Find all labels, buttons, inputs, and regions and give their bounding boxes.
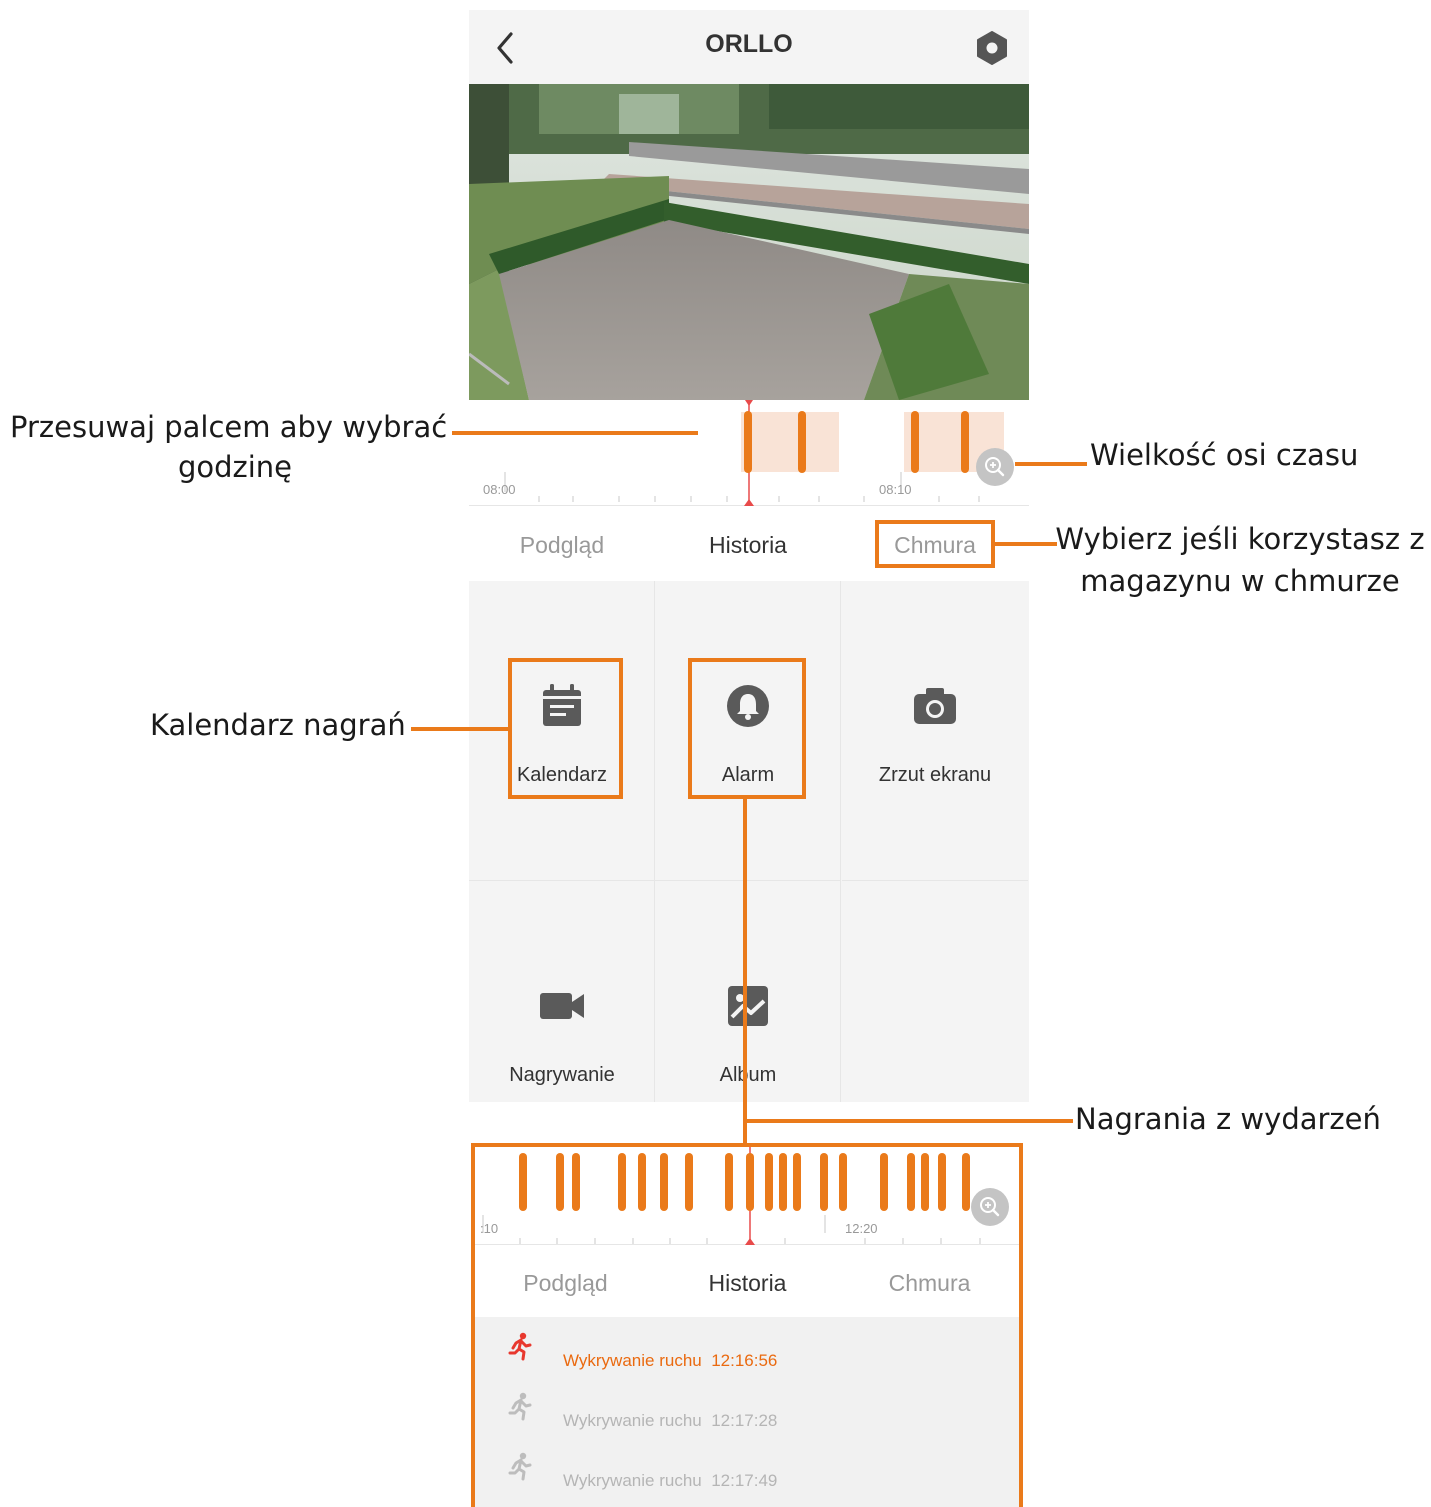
timeline-tick-start: 08:00 xyxy=(483,482,516,497)
highlight-box-inset xyxy=(471,1143,1023,1507)
annotation-timeline-size: Wielkość osi czasu xyxy=(1090,438,1359,472)
timeline-event-marker xyxy=(744,411,752,473)
settings-hexagon-icon[interactable] xyxy=(973,28,1011,68)
annotation-swipe-line2: godzinę xyxy=(177,450,293,484)
annotation-cloud-line2: magazynu w chmurze xyxy=(1080,564,1400,598)
grid-cell-album[interactable]: Album xyxy=(655,881,841,1102)
connector-zoom xyxy=(1015,462,1087,466)
connector-cloud xyxy=(995,542,1057,546)
connector-swipe xyxy=(452,431,698,435)
timeline-zoom-icon[interactable] xyxy=(975,447,1015,487)
annotation-calendar: Kalendarz nagrań xyxy=(150,708,406,742)
connector-alarm-vertical xyxy=(743,799,747,1145)
grid-cell-record[interactable]: Nagrywanie xyxy=(469,881,655,1102)
camera-live-view[interactable] xyxy=(469,84,1029,400)
highlight-box-chmura xyxy=(875,520,995,568)
grid-label-album: Album xyxy=(719,1064,777,1086)
annotation-events: Nagrania z wydarzeń xyxy=(1075,1102,1381,1136)
tab-podglad[interactable]: Podgląd xyxy=(469,507,655,581)
timeline-tick-end: 08:10 xyxy=(879,482,912,497)
highlight-box-calendar xyxy=(508,658,623,799)
connector-events xyxy=(743,1119,1073,1123)
annotation-swipe-line1: Przesuwaj palcem aby wybrać xyxy=(10,410,448,444)
connector-calendar xyxy=(411,727,510,731)
timeline-event-marker xyxy=(798,411,806,473)
timeline-event-marker xyxy=(911,411,919,473)
grid-label-screenshot: Zrzut ekranu xyxy=(878,764,992,786)
grid-label-record: Nagrywanie xyxy=(509,1064,615,1086)
annotation-cloud-line1: Wybierz jeśli korzystasz z xyxy=(1055,522,1425,556)
annotation-swipe: Przesuwaj palcem aby wybrać godzinę xyxy=(10,410,460,484)
tab-historia[interactable]: Historia xyxy=(655,507,841,581)
grid-cell-screenshot[interactable]: Zrzut ekranu xyxy=(842,581,1028,881)
page-title: ORLLO xyxy=(705,30,793,58)
camera-icon xyxy=(914,688,956,724)
annotation-cloud: Wybierz jeśli korzystasz z magazynu w ch… xyxy=(1055,522,1425,598)
highlight-box-alarm xyxy=(688,658,806,799)
video-icon xyxy=(540,993,584,1019)
image-icon xyxy=(728,986,768,1026)
timeline-event-marker xyxy=(961,411,969,473)
grid-cell-empty xyxy=(842,881,1028,1102)
